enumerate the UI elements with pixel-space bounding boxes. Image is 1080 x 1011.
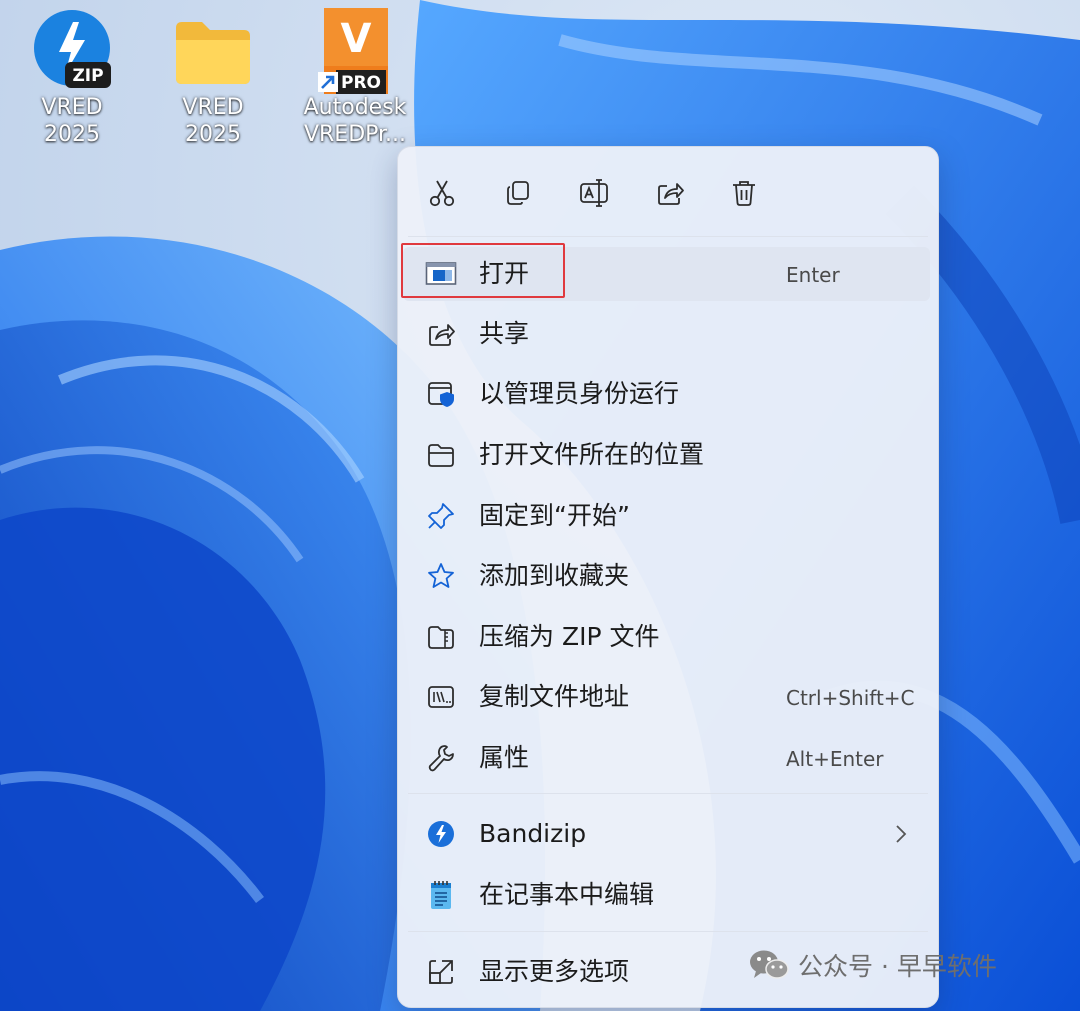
menu-item-label: 显示更多选项 <box>479 957 630 986</box>
admin-shield-icon <box>425 378 457 410</box>
annotation-highlight-box <box>401 243 565 298</box>
notepad-icon <box>425 879 457 911</box>
menu-item-label: 压缩为 ZIP 文件 <box>479 622 660 651</box>
copy-path-icon <box>425 681 457 713</box>
rename-button[interactable] <box>574 173 614 213</box>
share-icon <box>425 318 457 350</box>
wechat-icon <box>750 950 789 979</box>
menu-item-pin-to-start[interactable]: 固定到“开始” <box>403 489 930 543</box>
menu-item-run-as-admin[interactable]: 以管理员身份运行 <box>403 367 930 421</box>
desktop-icon-label: VRED 2025 <box>182 95 244 147</box>
zip-folder-icon <box>425 621 457 653</box>
menu-item-properties[interactable]: 属性 Alt+Enter <box>403 731 930 785</box>
menu-item-shortcut: Ctrl+Shift+C <box>786 686 915 710</box>
menu-item-label: 添加到收藏夹 <box>479 561 630 590</box>
vred-glyph: V <box>341 16 372 62</box>
star-icon <box>425 560 457 592</box>
more-options-icon <box>425 956 457 988</box>
menu-item-shortcut: Enter <box>786 263 840 287</box>
menu-item-label: 在记事本中编辑 <box>479 880 655 909</box>
watermark-text: 公众号 · 早早软件 <box>798 952 997 981</box>
share-button[interactable] <box>650 173 690 213</box>
menu-item-label: 固定到“开始” <box>479 501 630 530</box>
zip-archive-icon: ZIP <box>34 10 111 88</box>
desktop-icon-label-line2: VREDPr... <box>303 122 407 147</box>
scissors-icon <box>429 180 455 207</box>
delete-button[interactable] <box>724 173 764 213</box>
zip-badge-text: ZIP <box>72 66 103 86</box>
menu-item-add-to-favorites[interactable]: 添加到收藏夹 <box>403 549 930 603</box>
pro-badge-text: PRO <box>341 73 381 93</box>
menu-item-edit-in-notepad[interactable]: 在记事本中编辑 <box>403 868 930 922</box>
menu-item-shortcut: Alt+Enter <box>786 747 884 771</box>
menu-item-label: 共享 <box>479 319 530 348</box>
menu-item-label: 属性 <box>479 743 530 772</box>
context-menu-toolbar <box>398 147 938 237</box>
folder-icon <box>425 439 457 471</box>
trash-icon <box>733 181 755 206</box>
cut-button[interactable] <box>422 173 462 213</box>
desktop-icon-vred-pro[interactable]: V PRO Autodesk VREDPr... <box>295 8 415 148</box>
menu-separator <box>408 236 928 237</box>
menu-item-compress-zip[interactable]: 压缩为 ZIP 文件 <box>403 610 930 664</box>
menu-item-open-file-location[interactable]: 打开文件所在的位置 <box>403 428 930 482</box>
menu-item-share[interactable]: 共享 <box>403 307 930 361</box>
desktop-icon-label-line1: Autodesk <box>303 95 407 120</box>
copy-button[interactable] <box>498 173 538 213</box>
rename-icon <box>580 179 608 207</box>
wrench-icon <box>425 742 457 774</box>
watermark: 公众号 · 早早软件 <box>748 945 997 985</box>
desktop-icon-vred-folder[interactable]: VRED 2025 <box>153 8 273 148</box>
share-icon <box>658 183 684 205</box>
chevron-right-icon <box>896 825 907 843</box>
bandizip-icon <box>425 818 457 850</box>
menu-item-label: Bandizip <box>479 819 587 848</box>
menu-item-label: 复制文件地址 <box>479 682 630 711</box>
menu-item-label: 打开文件所在的位置 <box>479 440 705 469</box>
desktop-icon-label: VRED 2025 <box>41 95 103 147</box>
menu-item-bandizip[interactable]: Bandizip <box>403 807 930 861</box>
vred-pro-shortcut-icon: V PRO <box>318 8 388 94</box>
copy-icon <box>507 181 529 205</box>
pin-icon <box>425 500 457 532</box>
desktop-icon-vred-zip[interactable]: ZIP VRED 2025 <box>12 8 132 148</box>
menu-item-copy-path[interactable]: 复制文件地址 Ctrl+Shift+C <box>403 670 930 724</box>
menu-separator <box>408 793 928 794</box>
folder-icon <box>176 22 250 84</box>
menu-item-label: 以管理员身份运行 <box>479 379 680 408</box>
menu-separator <box>408 931 928 932</box>
